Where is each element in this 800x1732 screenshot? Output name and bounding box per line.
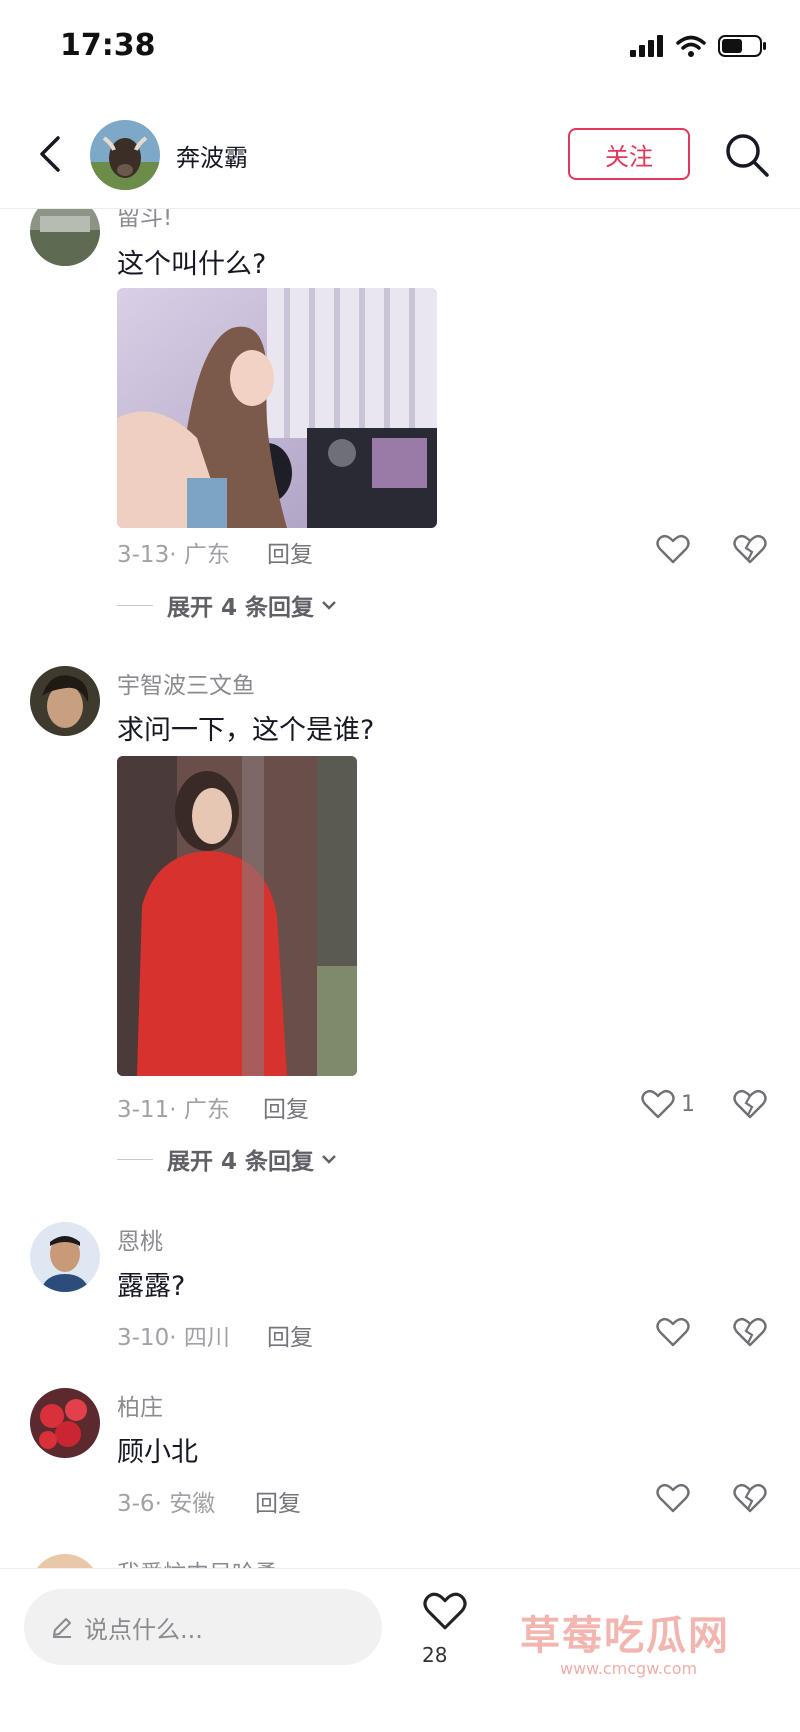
broken-heart-icon <box>733 1483 767 1513</box>
comment-text: 顾小北 <box>117 1437 198 1468</box>
chevron-down-icon <box>322 601 336 610</box>
dislike-button[interactable] <box>733 534 767 568</box>
expand-divider <box>117 604 153 606</box>
comment-image[interactable] <box>117 756 357 1076</box>
commenter-name[interactable]: 留斗! <box>117 208 172 232</box>
commenter-name[interactable]: 宇智波三文鱼 <box>117 666 255 700</box>
watermark-url: www.cmcgw.com <box>560 1659 698 1678</box>
comment-image[interactable] <box>117 288 437 528</box>
back-button[interactable] <box>30 130 70 178</box>
reply-button[interactable]: 回复 <box>267 1318 313 1352</box>
comment-text: 这个叫什么? <box>117 249 267 280</box>
follow-button[interactable]: 关注 <box>568 128 690 180</box>
comment-meta: 3-11· 广东 <box>117 1097 230 1123</box>
signal-icon <box>630 35 663 57</box>
broken-heart-icon <box>733 1089 767 1119</box>
expand-replies[interactable]: 展开 4 条回复 <box>117 588 338 622</box>
comment-meta: 3-13· 广东 <box>117 542 230 568</box>
like-count: 1 <box>681 1091 695 1117</box>
back-arrow-icon <box>40 136 60 172</box>
expand-divider <box>117 1158 153 1160</box>
dislike-button[interactable] <box>733 1317 767 1351</box>
comment-meta: 3-10· 四川 <box>117 1325 230 1351</box>
heart-icon <box>656 534 690 564</box>
comment-text: 求问一下，这个是谁? <box>117 715 375 746</box>
comment-input-placeholder: 说点什么... <box>84 1615 203 1644</box>
pencil-icon <box>53 1618 71 1638</box>
comment-input[interactable]: 说点什么... <box>24 1589 382 1665</box>
status-bar: 17:38 <box>0 0 800 100</box>
commenter-name[interactable]: 我爱忙内吴哈勇 <box>117 1554 278 1568</box>
heart-icon <box>656 1317 690 1347</box>
like-button[interactable] <box>656 534 690 564</box>
commenter-avatar[interactable] <box>30 1388 100 1458</box>
reply-button[interactable]: 回复 <box>267 535 313 569</box>
expand-replies-label: 展开 4 条回复 <box>167 1149 315 1175</box>
comment-list[interactable]: 留斗! 这个叫什么? 3-13· 广东 回复 展开 4 条回复 宇智波三文鱼 求… <box>0 208 800 1568</box>
dislike-button[interactable] <box>733 1089 767 1123</box>
commenter-name[interactable]: 恩桃 <box>117 1222 163 1256</box>
broken-heart-icon <box>733 1317 767 1347</box>
commenter-avatar[interactable] <box>30 1554 100 1568</box>
bottom-bar: 说点什么... 28 草莓吃瓜网 www.cmcgw.com <box>0 1568 800 1732</box>
comment-text: 露露? <box>117 1271 186 1302</box>
broken-heart-icon <box>733 534 767 564</box>
reply-button[interactable]: 回复 <box>263 1090 309 1124</box>
commenter-name[interactable]: 柏庄 <box>117 1388 163 1422</box>
header-avatar[interactable] <box>90 120 160 190</box>
commenter-avatar[interactable] <box>30 208 100 266</box>
commenter-avatar[interactable] <box>30 1222 100 1292</box>
like-button[interactable] <box>656 1483 690 1513</box>
like-button[interactable] <box>656 1317 690 1347</box>
watermark-text: 草莓吃瓜网 <box>520 1613 730 1659</box>
battery-icon <box>718 35 766 57</box>
dislike-button[interactable] <box>733 1483 767 1517</box>
post-like-count: 28 <box>422 1643 448 1667</box>
search-button[interactable] <box>722 130 772 180</box>
search-icon <box>726 134 769 177</box>
commenter-avatar[interactable] <box>30 666 100 736</box>
header-username[interactable]: 奔波霸 <box>176 138 248 173</box>
heart-icon <box>656 1483 690 1513</box>
comment-meta: 3-6· 安徽 <box>117 1491 216 1517</box>
watermark: 草莓吃瓜网 www.cmcgw.com <box>460 1589 780 1699</box>
status-icons <box>630 34 768 58</box>
heart-icon <box>641 1089 675 1119</box>
wifi-icon <box>676 35 706 57</box>
header: 奔波霸 关注 <box>0 100 800 209</box>
like-button[interactable]: 1 <box>641 1089 695 1119</box>
status-time: 17:38 <box>60 28 156 63</box>
reply-button[interactable]: 回复 <box>255 1484 301 1518</box>
expand-replies[interactable]: 展开 4 条回复 <box>117 1142 338 1176</box>
expand-replies-label: 展开 4 条回复 <box>167 595 315 621</box>
chevron-down-icon <box>322 1155 336 1164</box>
